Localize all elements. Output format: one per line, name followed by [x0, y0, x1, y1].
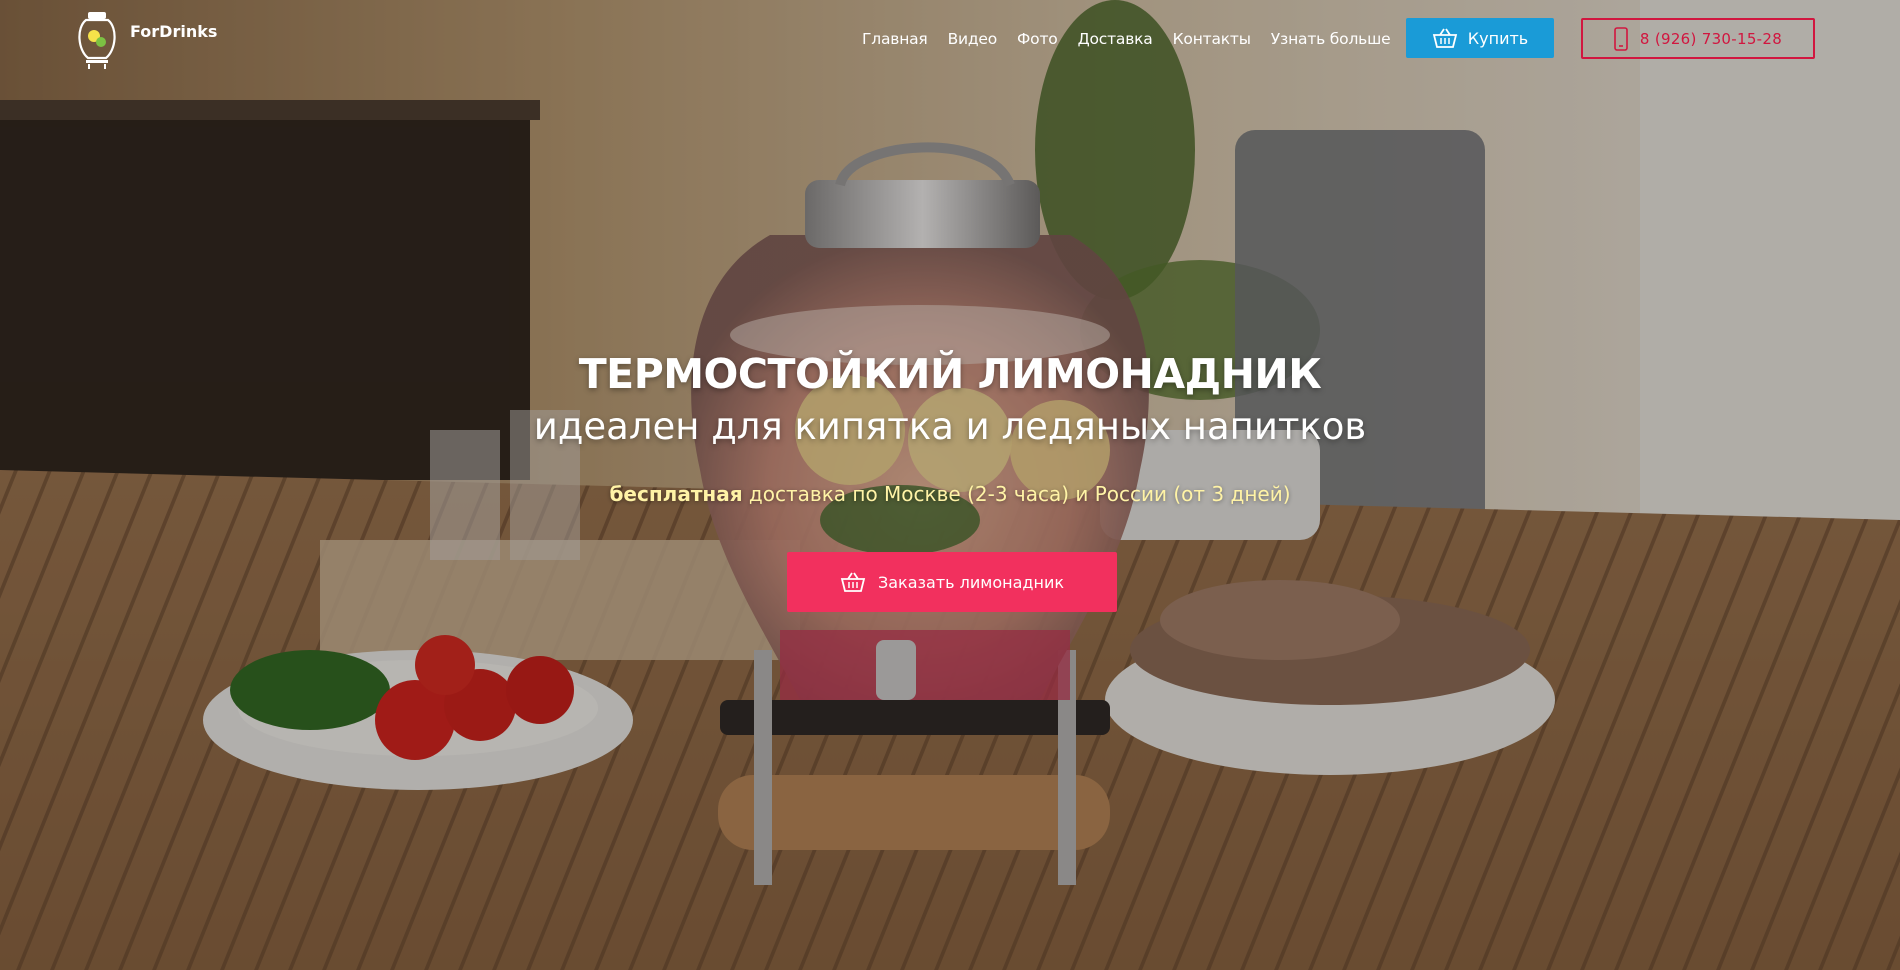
buy-button-label: Купить: [1467, 28, 1529, 48]
logo-jar-icon: [78, 12, 116, 69]
nav-item-learn-more[interactable]: Узнать больше: [1271, 28, 1391, 50]
buy-button[interactable]: Купить: [1406, 18, 1554, 58]
nav-item-photo[interactable]: Фото: [1017, 28, 1058, 50]
logo-link[interactable]: ForDrinks: [78, 10, 217, 70]
main-navigation: Главная Видео Фото Доставка Контакты Узн…: [862, 28, 1410, 50]
hero-section: ForDrinks Главная Видео Фото Доставка Ко…: [0, 0, 1900, 970]
order-button-label: Заказать лимонадник: [877, 572, 1064, 592]
order-button[interactable]: Заказать лимонадник: [787, 552, 1117, 612]
logo-text: ForDrinks: [130, 21, 218, 41]
delivery-details: доставка по Москве (2-3 часа) и России (…: [742, 482, 1291, 506]
delivery-info: бесплатная доставка по Москве (2-3 часа)…: [0, 482, 1900, 506]
delivery-free-label: бесплатная: [609, 482, 743, 506]
basket-icon: [840, 572, 866, 592]
nav-item-contacts[interactable]: Контакты: [1173, 28, 1251, 50]
phone-button[interactable]: 8 (926) 730-15-28: [1581, 18, 1815, 59]
phone-number: 8 (926) 730-15-28: [1639, 29, 1783, 48]
basket-icon: [1432, 28, 1457, 48]
nav-item-home[interactable]: Главная: [862, 28, 928, 50]
nav-item-delivery[interactable]: Доставка: [1078, 28, 1153, 50]
phone-icon: [1614, 26, 1628, 51]
hero-subtitle: идеален для кипятка и ледяных напитков: [533, 405, 1367, 448]
nav-item-video[interactable]: Видео: [948, 28, 998, 50]
site-header: ForDrinks Главная Видео Фото Доставка Ко…: [0, 0, 1900, 90]
hero-title: ТЕРМОСТОЙКИЙ ЛИМОНАДНИК: [578, 350, 1322, 398]
